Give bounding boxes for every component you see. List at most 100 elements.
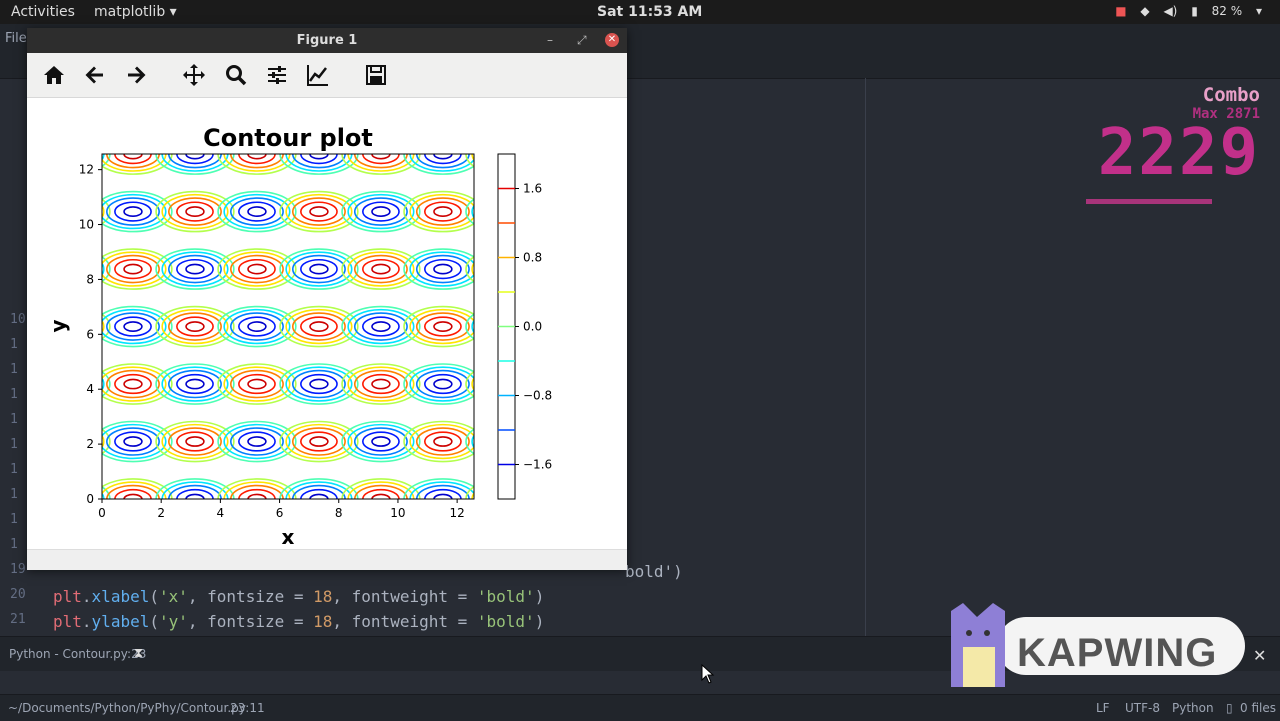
contour-line xyxy=(124,98,142,101)
contour-line xyxy=(238,201,276,222)
contour-line xyxy=(94,536,172,548)
close-icon[interactable]: ✕ xyxy=(605,33,619,47)
pan-icon[interactable] xyxy=(182,63,206,87)
contour-line xyxy=(362,316,400,337)
contour-line xyxy=(176,431,214,452)
x-axis: 0 2 4 6 8 10 12 xyxy=(98,499,465,520)
x-tick-label: 2 xyxy=(157,506,165,520)
contour-line xyxy=(425,547,461,548)
contour-line xyxy=(301,98,337,106)
line-number: 19 xyxy=(10,562,26,577)
status-tab-label[interactable]: Python - Contour.py:23 xyxy=(9,647,146,661)
contour-line xyxy=(224,98,290,114)
contour-line xyxy=(549,202,585,221)
contour-line xyxy=(423,431,462,452)
contour-line xyxy=(590,98,627,117)
save-icon[interactable] xyxy=(364,63,388,87)
contour-line xyxy=(528,98,606,117)
contour-line xyxy=(224,540,290,548)
app-menu[interactable]: matplotlib ▾ xyxy=(94,4,177,20)
line-ending[interactable]: LF xyxy=(1096,701,1110,715)
contour-line xyxy=(62,437,80,446)
contour-line xyxy=(247,378,267,390)
contour-line xyxy=(603,371,627,398)
contour-line xyxy=(62,207,80,216)
menu-file[interactable]: File xyxy=(5,31,27,46)
contour-line xyxy=(218,98,296,117)
y-axis-label: y xyxy=(46,319,70,332)
edit-axis-icon[interactable] xyxy=(306,63,330,87)
contour-line xyxy=(309,263,329,275)
home-icon[interactable] xyxy=(42,63,66,87)
combo-value: 2229 xyxy=(1097,116,1260,190)
file-path[interactable]: ~/Documents/Python/PyPhy/Contour.py xyxy=(8,701,246,715)
line-number: 20 xyxy=(10,587,26,602)
restore-icon[interactable]: ⤢ xyxy=(577,28,587,53)
grammar[interactable]: Python xyxy=(1172,701,1214,715)
contour-line xyxy=(611,547,627,548)
contour-line xyxy=(528,192,606,232)
contour-line xyxy=(558,207,576,216)
line-number: 1 xyxy=(10,412,18,427)
contour-line xyxy=(534,425,600,459)
contour-line xyxy=(342,536,420,548)
contour-line xyxy=(534,310,600,344)
contour-line xyxy=(53,98,89,106)
contour-line xyxy=(185,378,205,390)
contour-figure[interactable]: Contour plot 0 2 4 6 8 10 12 0 2 4 6 8 10 12 x y 1.6… xyxy=(27,98,627,548)
contour-line xyxy=(286,540,352,548)
configure-icon[interactable] xyxy=(265,63,289,87)
line-number: 1 xyxy=(10,537,18,552)
contour-line xyxy=(549,432,585,451)
contour-line xyxy=(549,547,585,548)
contour-line xyxy=(603,313,627,340)
contour-line xyxy=(102,198,111,225)
contour-line xyxy=(611,202,627,221)
power-menu-icon[interactable]: ▾ xyxy=(1256,4,1262,18)
contour-line xyxy=(342,98,420,117)
cursor-position[interactable]: 23:11 xyxy=(230,701,265,715)
watermark-close-icon[interactable]: ✕ xyxy=(1253,646,1266,665)
encoding[interactable]: UTF-8 xyxy=(1125,701,1160,715)
contour-line xyxy=(596,195,627,229)
code-line-19-tail[interactable]: bold') xyxy=(625,562,683,581)
record-icon[interactable]: ■ xyxy=(1115,4,1126,18)
activities-button[interactable]: Activities xyxy=(11,4,75,20)
contour-line xyxy=(102,154,111,168)
contour-line xyxy=(300,201,338,222)
git-files[interactable]: 0 files xyxy=(1240,701,1276,715)
figure-titlebar[interactable]: Figure 1 – ⤢ ✕ xyxy=(27,28,627,53)
figure-window[interactable]: Figure 1 – ⤢ ✕ Contour plot 0 2 4 6 8 10 12 0 2… xyxy=(27,28,627,570)
contour-line xyxy=(596,482,627,516)
contour-line xyxy=(231,98,283,110)
contour-line xyxy=(549,490,585,509)
contour-line xyxy=(466,536,544,548)
contour-line xyxy=(239,547,275,548)
clock[interactable]: Sat 11:53 AM xyxy=(597,4,702,20)
minimize-icon[interactable]: – xyxy=(547,28,553,53)
forward-icon[interactable] xyxy=(124,63,148,87)
contour-line xyxy=(541,141,593,168)
line-number: 21 xyxy=(10,612,26,627)
code-line-21[interactable]: plt.ylabel('y', fontsize = 18, fontweigh… xyxy=(53,612,544,631)
contour-line xyxy=(558,379,576,388)
contour-line xyxy=(115,98,151,106)
y-tick-label: 8 xyxy=(86,272,94,286)
contour-line xyxy=(185,263,205,275)
contour-line xyxy=(45,543,97,548)
contour-line xyxy=(114,316,152,337)
code-line-20[interactable]: plt.xlabel('x', fontsize = 18, fontweigh… xyxy=(53,587,544,606)
system-tray[interactable]: ■ ◆ ◀) ▮ 82 % ▾ xyxy=(1105,4,1262,18)
contour-line xyxy=(45,98,97,110)
back-icon[interactable] xyxy=(83,63,107,87)
contour-line xyxy=(541,543,593,548)
zoom-icon[interactable] xyxy=(224,63,248,87)
contour-line xyxy=(247,321,267,332)
contour-line xyxy=(177,98,213,106)
contour-line xyxy=(309,321,329,332)
contour-line xyxy=(603,256,627,283)
contour-line xyxy=(100,98,166,114)
contour-line xyxy=(231,543,283,548)
line-number: 1 xyxy=(10,362,18,377)
contour-line xyxy=(32,98,110,117)
